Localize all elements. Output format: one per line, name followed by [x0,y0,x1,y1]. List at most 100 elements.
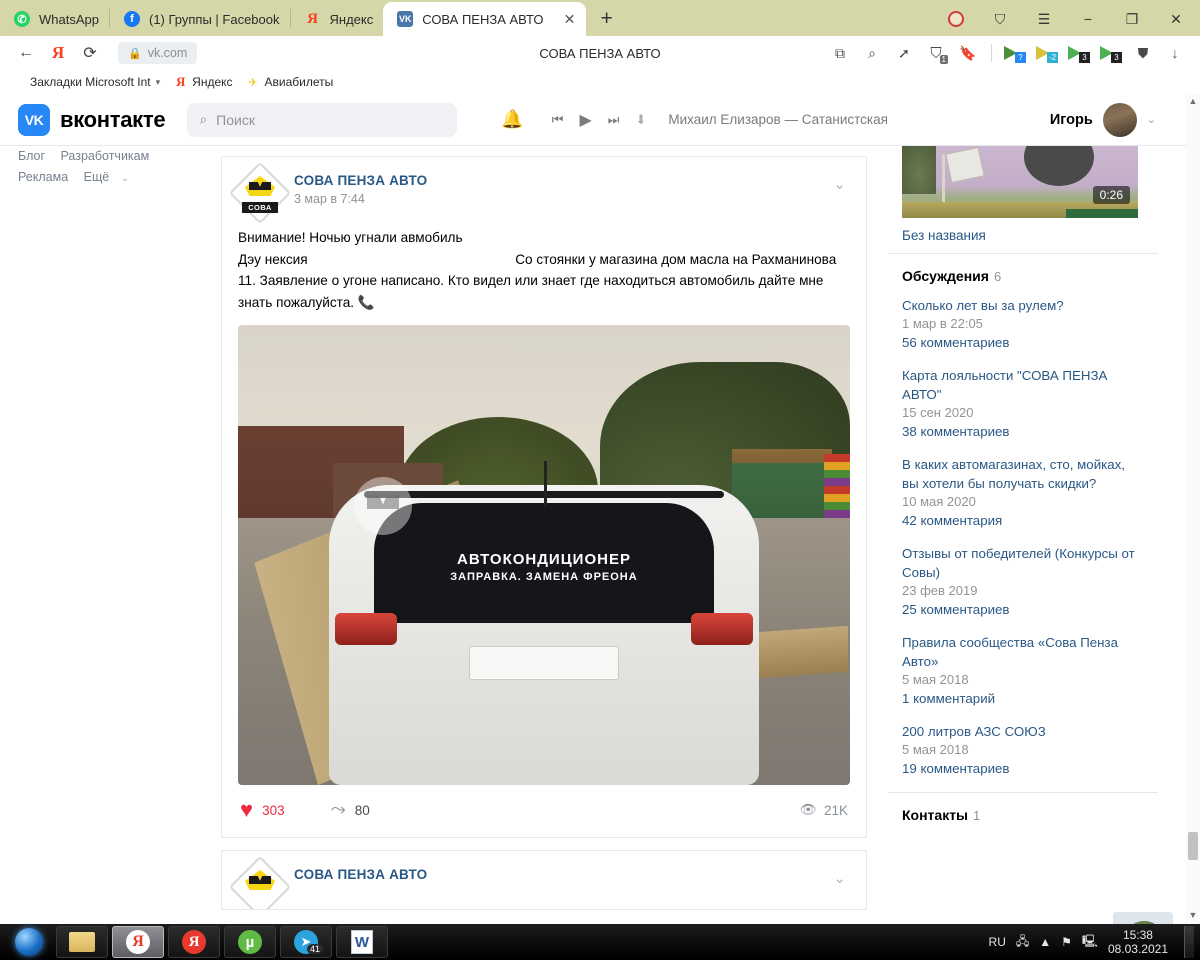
topic-comments[interactable]: 42 комментария [902,513,1144,528]
window-maximize-button[interactable]: ❐ [1110,4,1154,34]
post-author[interactable]: СОВА ПЕНЗА АВТО [294,173,817,188]
window-close-button[interactable]: ✕ [1154,4,1198,34]
show-hidden-icons-button[interactable]: ▲ [1039,935,1051,949]
reload-button[interactable]: ⟳ [74,39,106,67]
topic-title[interactable]: 200 литров АЗС СОЮЗ [902,722,1144,741]
list-item[interactable]: Карта лояльности "СОВА ПЕНЗА АВТО" 15 се… [902,366,1144,439]
vk-logo-link[interactable]: VK вконтакте [18,103,166,136]
download-icon[interactable]: ↓ [1160,40,1190,66]
browser-tab-0[interactable]: ✆ WhatsApp [0,2,109,36]
bookmark-yandex[interactable]: Я Яндекс [174,74,233,89]
video-card[interactable]: 0:26 Без названия [888,146,1158,254]
shield-icon[interactable]: ⛉ 1 [921,40,951,66]
nav-link-blog[interactable]: Блог [18,149,45,163]
bookmark-aviabilety[interactable]: ✈ Авиабилеты [247,75,334,89]
topic-title[interactable]: Сколько лет вы за рулем? [902,296,1144,315]
browser-tab-3-active[interactable]: VK СОВА ПЕНЗА АВТО ✕ [383,2,587,36]
network-icon[interactable]: 🖧 [1016,932,1029,953]
player-track-title[interactable]: Михаил Елизаров — Сатанистская [668,112,888,127]
new-tab-button[interactable]: + [586,8,626,29]
explorer-icon[interactable] [56,926,108,958]
word-icon[interactable]: W [336,926,388,958]
topic-comments[interactable]: 38 комментариев [902,424,1144,439]
yandex-home-button[interactable]: Я [42,39,74,67]
owl-logo-icon[interactable] [228,855,292,909]
flag-icon[interactable]: ⚑ [1061,935,1072,949]
window-minimize-button[interactable]: − [1066,4,1110,34]
scroll-up-arrow[interactable]: ▲ [1188,96,1198,106]
search-input[interactable]: ⌕ Поиск [187,102,458,137]
collections-icon[interactable]: ⛉ [978,4,1022,34]
player-next-button[interactable]: ⏭ [608,112,620,128]
share-count: 80 [354,802,370,818]
topic-comments[interactable]: 1 комментарий [902,691,1144,706]
leaf-extension-icon-2[interactable]: 3 [1096,40,1126,66]
bookmark-icon[interactable]: 🔖 [953,40,983,66]
turbo-icon[interactable]: ➚ [889,40,919,66]
zoom-icon[interactable]: ⌕ [857,40,887,66]
post-image[interactable]: АВТОКОНДИЦИОНЕР ЗАПРАВКА. ЗАМЕНА ФРЕОНА [238,325,850,785]
list-item[interactable]: Правила сообщества «Сова Пенза Авто» 5 м… [902,633,1144,706]
antivirus-extension-icon[interactable]: -2 [1032,40,1062,66]
scroll-down-arrow[interactable]: ▼ [1188,910,1198,920]
topic-title[interactable]: Карта лояльности "СОВА ПЕНЗА АВТО" [902,366,1144,404]
contacts-section[interactable]: Контакты 1 [888,792,1158,837]
list-item[interactable]: 200 литров АЗС СОЮЗ 5 мая 2018 19 коммен… [902,722,1144,776]
avatar[interactable] [1102,102,1137,137]
browser-menu-icon[interactable]: ☰ [1022,4,1066,34]
tab-close-button[interactable]: ✕ [562,11,576,28]
nav-link-more[interactable]: Ещё [84,170,110,184]
monitor-icon[interactable]: 🖳 [1082,932,1098,953]
show-desktop-button[interactable] [1184,926,1194,958]
telegram-icon[interactable]: ➤ 41 [280,926,332,958]
browser-tab-1[interactable]: f (1) Группы | Facebook [110,2,290,36]
utorrent-icon[interactable]: µ [224,926,276,958]
chat-widget[interactable]: 5 👤 [1113,912,1173,924]
clock[interactable]: 15:38 08.03.2021 [1108,928,1168,956]
bookmark-folder-microsoft[interactable]: Закладки Microsoft Int ▾ [12,75,160,89]
post-date[interactable]: 3 мар в 7:44 [294,192,817,206]
language-indicator[interactable]: RU [989,935,1006,949]
topic-title[interactable]: Отзывы от победителей (Конкурсы от Совы) [902,544,1144,582]
browser-tab-2[interactable]: Я Яндекс [291,2,384,36]
player-download-icon[interactable]: ⬇ [635,112,646,128]
owl-logo-icon[interactable]: СОВА [228,161,292,225]
nav-link-developers[interactable]: Разработчикам [61,149,150,163]
scrollbar-thumb[interactable] [1188,832,1198,860]
video-thumbnail[interactable]: 0:26 [902,146,1138,218]
start-button[interactable] [6,926,52,958]
adguard-extension-icon[interactable]: ? [1000,40,1030,66]
address-bar[interactable]: 🔒 vk.com [118,42,198,64]
post-text-line-2a: Дэу нексия [238,251,308,267]
list-item[interactable]: Сколько лет вы за рулем? 1 мар в 22:05 5… [902,296,1144,350]
contacts-count: 1 [973,808,981,823]
profile-circle-icon[interactable] [934,4,978,34]
like-button[interactable]: ♥ 303 [240,799,285,821]
page-scrollbar[interactable]: ▲ ▼ [1186,94,1200,924]
split-screen-icon[interactable]: ⧉ [825,40,855,66]
back-button[interactable]: ← [10,39,42,67]
yandex-icon[interactable]: Я [168,926,220,958]
profile-icon[interactable]: ⛊ [1128,40,1158,66]
topic-comments[interactable]: 25 комментариев [902,602,1144,617]
player-play-button[interactable]: ▶ [579,110,591,130]
user-menu[interactable]: Игорь ⌄ [1050,102,1156,137]
leaf-extension-icon-1[interactable]: 3 [1064,40,1094,66]
topic-comments[interactable]: 56 комментариев [902,335,1144,350]
bookmark-label: Авиабилеты [264,75,334,89]
share-button[interactable]: ⤳ 80 [331,799,370,821]
nav-link-ads[interactable]: Реклама [18,170,68,184]
chevron-down-icon[interactable]: ⌄ [829,171,850,197]
topic-title[interactable]: В каких автомагазинах, сто, мойках, вы х… [902,455,1144,493]
post-author[interactable]: СОВА ПЕНЗА АВТО [294,867,817,882]
list-item[interactable]: Отзывы от победителей (Конкурсы от Совы)… [902,544,1144,617]
bell-icon[interactable]: 🔔 [501,109,523,130]
player-prev-button[interactable]: ⏮ [552,112,564,128]
topic-comments[interactable]: 19 комментариев [902,761,1144,776]
discussions-header[interactable]: Обсуждения 6 [902,268,1144,284]
topic-title[interactable]: Правила сообщества «Сова Пенза Авто» [902,633,1144,671]
list-item[interactable]: В каких автомагазинах, сто, мойках, вы х… [902,455,1144,528]
chevron-down-icon[interactable]: ⌄ [829,865,850,891]
yandex-browser-icon[interactable]: Я [112,926,164,958]
video-title[interactable]: Без названия [902,228,1158,243]
